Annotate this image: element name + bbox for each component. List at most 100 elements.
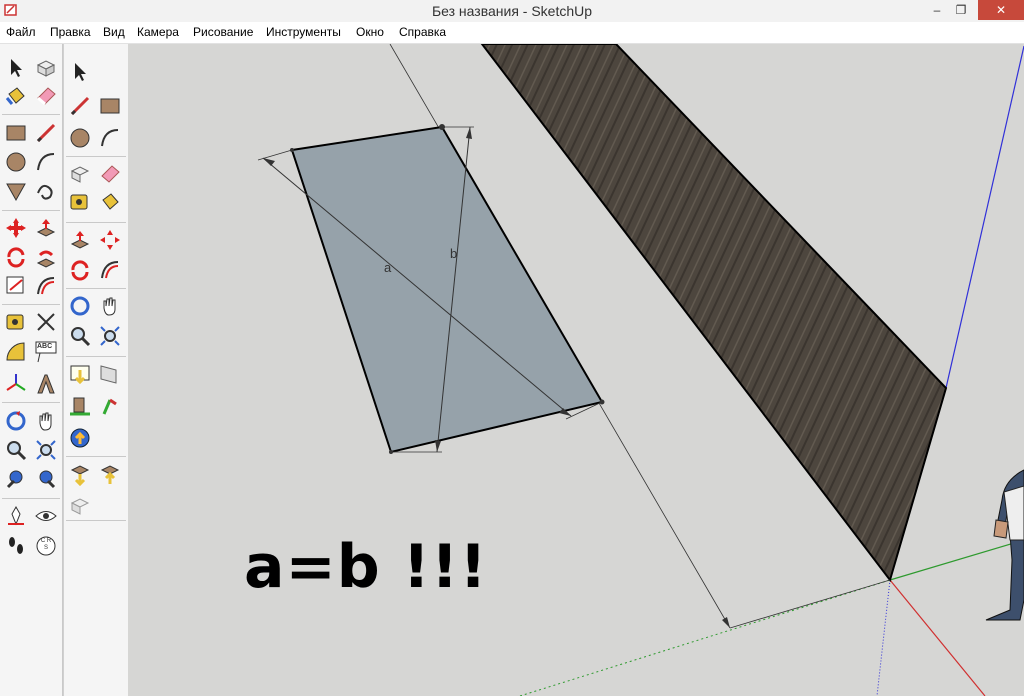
menu-draw[interactable]: Рисование bbox=[193, 25, 253, 39]
title-bar: Без названия - SketchUp – ❐ ✕ bbox=[0, 0, 1024, 23]
circle-tool-icon[interactable] bbox=[68, 126, 92, 150]
share-model-icon[interactable] bbox=[98, 362, 122, 386]
zoom-extents-icon[interactable] bbox=[98, 324, 122, 348]
toggle-terrain-icon[interactable] bbox=[98, 394, 122, 418]
toolbar-separator bbox=[66, 456, 126, 457]
dimension-b-arrow-end bbox=[435, 440, 441, 452]
menu-help[interactable]: Справка bbox=[399, 25, 446, 39]
position-camera-label: C R S bbox=[40, 538, 52, 551]
eraser-icon[interactable] bbox=[34, 84, 58, 108]
dimension-a-arrow-start bbox=[263, 158, 275, 166]
toolbar-separator bbox=[66, 520, 126, 521]
dimension-a-extension bbox=[257, 149, 293, 161]
scale-figure-person[interactable] bbox=[985, 469, 1024, 621]
toolbar-separator bbox=[2, 114, 60, 115]
menu-view[interactable]: Вид bbox=[103, 25, 125, 39]
push-pull-tool-icon[interactable] bbox=[68, 228, 92, 252]
zoom-extents-icon[interactable] bbox=[34, 438, 58, 462]
look-around-icon[interactable] bbox=[34, 504, 58, 528]
toolbar-separator bbox=[66, 156, 126, 157]
move-tool-icon[interactable] bbox=[4, 216, 28, 240]
rotate-tool-icon[interactable] bbox=[4, 245, 28, 269]
follow-me-tool-icon[interactable] bbox=[34, 245, 58, 269]
maximize-button[interactable]: ❐ bbox=[944, 0, 978, 20]
tape-measure-icon[interactable] bbox=[4, 310, 28, 334]
scale-tool-icon[interactable] bbox=[4, 274, 28, 298]
download-warehouse-icon[interactable] bbox=[68, 462, 92, 486]
red-axis-line bbox=[889, 579, 986, 696]
zoom-tool-icon[interactable] bbox=[68, 324, 92, 348]
line-tool-icon[interactable] bbox=[34, 121, 58, 145]
blue-axis-negative bbox=[876, 579, 891, 696]
menu-edit[interactable]: Правка bbox=[50, 25, 91, 39]
add-location-icon[interactable] bbox=[68, 394, 92, 418]
toolbar-separator bbox=[66, 222, 126, 223]
toolbar-separator bbox=[2, 402, 60, 403]
text-tool-label: ABC bbox=[37, 343, 53, 350]
3d-text-tool-icon[interactable] bbox=[34, 372, 58, 396]
guide-arrow-end bbox=[722, 617, 730, 628]
arc-tool-icon[interactable] bbox=[98, 126, 122, 150]
arc-tool-icon[interactable] bbox=[34, 150, 58, 174]
preview-in-google-earth-icon[interactable] bbox=[68, 426, 92, 450]
circle-tool-icon[interactable] bbox=[4, 150, 28, 174]
select-tool-icon[interactable] bbox=[4, 56, 28, 80]
protractor-icon[interactable] bbox=[4, 340, 28, 364]
dimension-b-arrow-start bbox=[466, 127, 472, 139]
drawing-viewport[interactable]: a b a=b !!! bbox=[128, 44, 1024, 696]
upload-component-icon[interactable] bbox=[98, 462, 122, 486]
line-tool-icon[interactable] bbox=[68, 94, 92, 118]
rectangle-tool-icon[interactable] bbox=[4, 121, 28, 145]
toolbar-separator bbox=[2, 210, 60, 211]
green-axis-line bbox=[889, 539, 1024, 581]
guide-extension bbox=[729, 579, 891, 629]
vertex-point bbox=[599, 399, 605, 405]
polygon-tool-icon[interactable] bbox=[4, 179, 28, 203]
zoom-tool-icon[interactable] bbox=[4, 438, 28, 462]
toolbar-separator bbox=[66, 288, 126, 289]
wood-wall-face[interactable] bbox=[480, 44, 948, 583]
tape-measure-icon[interactable] bbox=[68, 190, 92, 214]
dimension-a-label: a bbox=[384, 260, 392, 275]
toolbar-separator bbox=[2, 304, 60, 305]
pan-hand-icon[interactable] bbox=[98, 294, 122, 318]
get-models-icon[interactable] bbox=[68, 362, 92, 386]
menu-bar: Файл Правка Вид Камера Рисование Инструм… bbox=[0, 22, 1024, 44]
next-view-icon[interactable] bbox=[34, 467, 58, 491]
select-tool-icon[interactable] bbox=[68, 60, 92, 84]
dimension-b-label: b bbox=[450, 246, 458, 261]
rectangle-tool-icon[interactable] bbox=[98, 94, 122, 118]
rotate-tool-icon[interactable] bbox=[68, 258, 92, 282]
orbit-tool-icon[interactable] bbox=[4, 409, 28, 433]
eraser-icon[interactable] bbox=[98, 162, 122, 186]
secondary-toolbar bbox=[63, 44, 129, 696]
freehand-tool-icon[interactable] bbox=[34, 179, 58, 203]
push-pull-tool-icon[interactable] bbox=[34, 216, 58, 240]
paint-bucket-icon[interactable] bbox=[4, 84, 28, 108]
position-camera-icon[interactable] bbox=[4, 504, 28, 528]
axes-tool-icon[interactable] bbox=[4, 372, 28, 396]
offset-tool-icon[interactable] bbox=[34, 274, 58, 298]
menu-file[interactable]: Файл bbox=[6, 25, 36, 39]
previous-view-icon[interactable] bbox=[4, 467, 28, 491]
offset-tool-icon[interactable] bbox=[98, 258, 122, 282]
green-axis-negative bbox=[519, 579, 891, 696]
extension-warehouse-icon[interactable] bbox=[68, 494, 92, 518]
menu-window[interactable]: Окно bbox=[356, 25, 384, 39]
make-component-icon[interactable] bbox=[68, 162, 92, 186]
orbit-tool-icon[interactable] bbox=[68, 294, 92, 318]
walk-tool-icon[interactable] bbox=[4, 534, 28, 558]
pan-hand-icon[interactable] bbox=[34, 409, 58, 433]
annotation-text[interactable]: a=b !!! bbox=[244, 532, 488, 602]
vertex-point bbox=[439, 124, 445, 130]
menu-tools[interactable]: Инструменты bbox=[266, 25, 341, 39]
move-tool-icon[interactable] bbox=[98, 228, 122, 252]
menu-camera[interactable]: Камера bbox=[137, 25, 179, 39]
vertex-point bbox=[389, 450, 393, 454]
toolbar-separator bbox=[66, 356, 126, 357]
close-button[interactable]: ✕ bbox=[978, 0, 1024, 20]
paint-bucket-icon[interactable] bbox=[98, 190, 122, 214]
vertex-point bbox=[290, 148, 294, 152]
make-component-icon[interactable] bbox=[34, 56, 58, 80]
dimension-tool-icon[interactable] bbox=[34, 310, 58, 334]
